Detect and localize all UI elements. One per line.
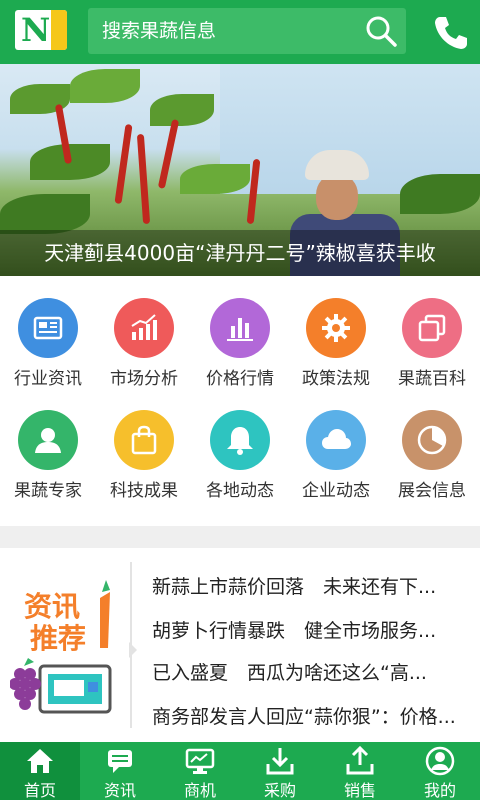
category-label: 企业动态 <box>302 481 370 501</box>
category-label: 各地动态 <box>206 481 274 501</box>
category-icon-bg <box>210 410 270 470</box>
category-icon-bg <box>18 410 78 470</box>
banner-caption[interactable]: 天津蓟县4000亩“津丹丹二号”辣椒喜获丰收 <box>0 230 480 276</box>
tab-label: 销售 <box>343 781 376 800</box>
badge-text-1: 资讯 <box>24 590 80 623</box>
news-badge: 资讯 推荐 <box>10 580 112 714</box>
banner-leaf <box>400 174 480 214</box>
tab-label: 资讯 <box>103 781 136 800</box>
category-item[interactable]: 价格行情 <box>192 276 288 389</box>
category-icon-bg <box>306 410 366 470</box>
bell-icon <box>227 427 253 455</box>
download-icon <box>266 748 294 775</box>
category-label: 价格行情 <box>206 369 274 389</box>
category-item[interactable]: 果蔬专家 <box>0 388 96 501</box>
tab-sales[interactable]: 销售 <box>320 742 400 800</box>
monitor-icon <box>185 748 215 774</box>
category-icon-bg <box>402 298 462 358</box>
category-item[interactable]: 行业资讯 <box>0 276 96 389</box>
tab-business[interactable]: 商机 <box>160 742 240 800</box>
tab-news[interactable]: 资讯 <box>80 742 160 800</box>
search-icon[interactable] <box>364 14 398 48</box>
top-bar: N 搜索果蔬信息 <box>0 0 480 64</box>
tab-purchase[interactable]: 采购 <box>240 742 320 800</box>
category-item[interactable]: 企业动态 <box>288 388 384 501</box>
hero-banner[interactable]: 天津蓟县4000亩“津丹丹二号”辣椒喜获丰收 <box>0 64 480 276</box>
category-label: 科技成果 <box>110 481 178 501</box>
phone-icon[interactable] <box>432 14 470 52</box>
message-icon <box>108 750 132 773</box>
user-icon <box>35 428 61 453</box>
category-item[interactable]: 展会信息 <box>384 388 480 501</box>
banner-leaf <box>150 94 214 126</box>
category-icon-bg <box>114 298 174 358</box>
category-icon-bg <box>402 410 462 470</box>
category-item[interactable]: 果蔬百科 <box>384 276 480 389</box>
banner-leaf <box>70 69 140 103</box>
banner-farmer <box>316 174 358 220</box>
banner-pepper <box>136 133 151 225</box>
banner-farmer <box>305 150 369 180</box>
banner-pepper <box>114 123 133 205</box>
gear-icon <box>322 314 350 342</box>
search-input[interactable]: 搜索果蔬信息 <box>88 8 406 54</box>
news-item[interactable]: 已入盛夏 西瓜为啥还这么“高... <box>152 658 472 685</box>
tab-label: 商机 <box>183 781 216 800</box>
bar-chart-icon <box>227 318 253 341</box>
news-item[interactable]: 胡萝卜行情暴跌 健全市场服务... <box>152 616 472 643</box>
category-label: 展会信息 <box>398 481 466 501</box>
category-label: 政策法规 <box>302 369 370 389</box>
trend-chart-icon <box>131 314 157 340</box>
category-label: 行业资讯 <box>14 369 82 389</box>
tab-home[interactable]: 首页 <box>0 742 80 800</box>
category-item[interactable]: 政策法规 <box>288 276 384 389</box>
logo-letter: N <box>21 11 51 49</box>
banner-pepper <box>157 119 180 189</box>
category-icon-bg <box>114 410 174 470</box>
category-icon-bg <box>210 298 270 358</box>
news-item[interactable]: 新蒜上市蒜价回落 未来还有下... <box>152 572 472 599</box>
tab-mine[interactable]: 我的 <box>400 742 480 800</box>
category-item[interactable]: 市场分析 <box>96 276 192 389</box>
category-item[interactable]: 科技成果 <box>96 388 192 501</box>
category-item[interactable]: 各地动态 <box>192 388 288 501</box>
banner-leaf <box>0 194 90 234</box>
news-section: 资讯 推荐 新蒜上市蒜价回落 未来还有下... 胡萝卜行情暴跌 健全市场服务..… <box>0 548 480 742</box>
category-icon-bg <box>306 298 366 358</box>
pie-chart-icon <box>417 425 447 455</box>
tab-label: 首页 <box>23 781 56 800</box>
category-label: 果蔬百科 <box>398 369 466 389</box>
tab-label: 采购 <box>263 781 296 800</box>
cloud-icon <box>322 429 351 449</box>
category-label: 果蔬专家 <box>14 481 82 501</box>
home-icon <box>27 749 53 773</box>
bottom-nav: 首页 资讯 商机 采购 销售 我的 <box>0 742 480 800</box>
app-logo[interactable]: N <box>15 10 67 50</box>
profile-icon <box>425 746 455 776</box>
banner-leaf <box>180 164 250 194</box>
newspaper-icon <box>33 316 63 340</box>
logo-accent <box>51 10 67 50</box>
news-divider-arrow <box>129 642 137 658</box>
upload-icon <box>346 746 374 775</box>
copy-icon <box>418 314 446 342</box>
bag-icon <box>131 425 157 455</box>
search-placeholder: 搜索果蔬信息 <box>102 20 217 42</box>
badge-text-2: 推荐 <box>30 622 86 655</box>
category-grid: 行业资讯 市场分析 价格行情 政策法规 果蔬百科 果蔬专家 科技成果 各地动态 … <box>0 276 480 526</box>
category-label: 市场分析 <box>110 369 178 389</box>
category-icon-bg <box>18 298 78 358</box>
news-item[interactable]: 商务部发言人回应“蒜你狠”：价格... <box>152 702 472 729</box>
tab-label: 我的 <box>423 781 456 800</box>
